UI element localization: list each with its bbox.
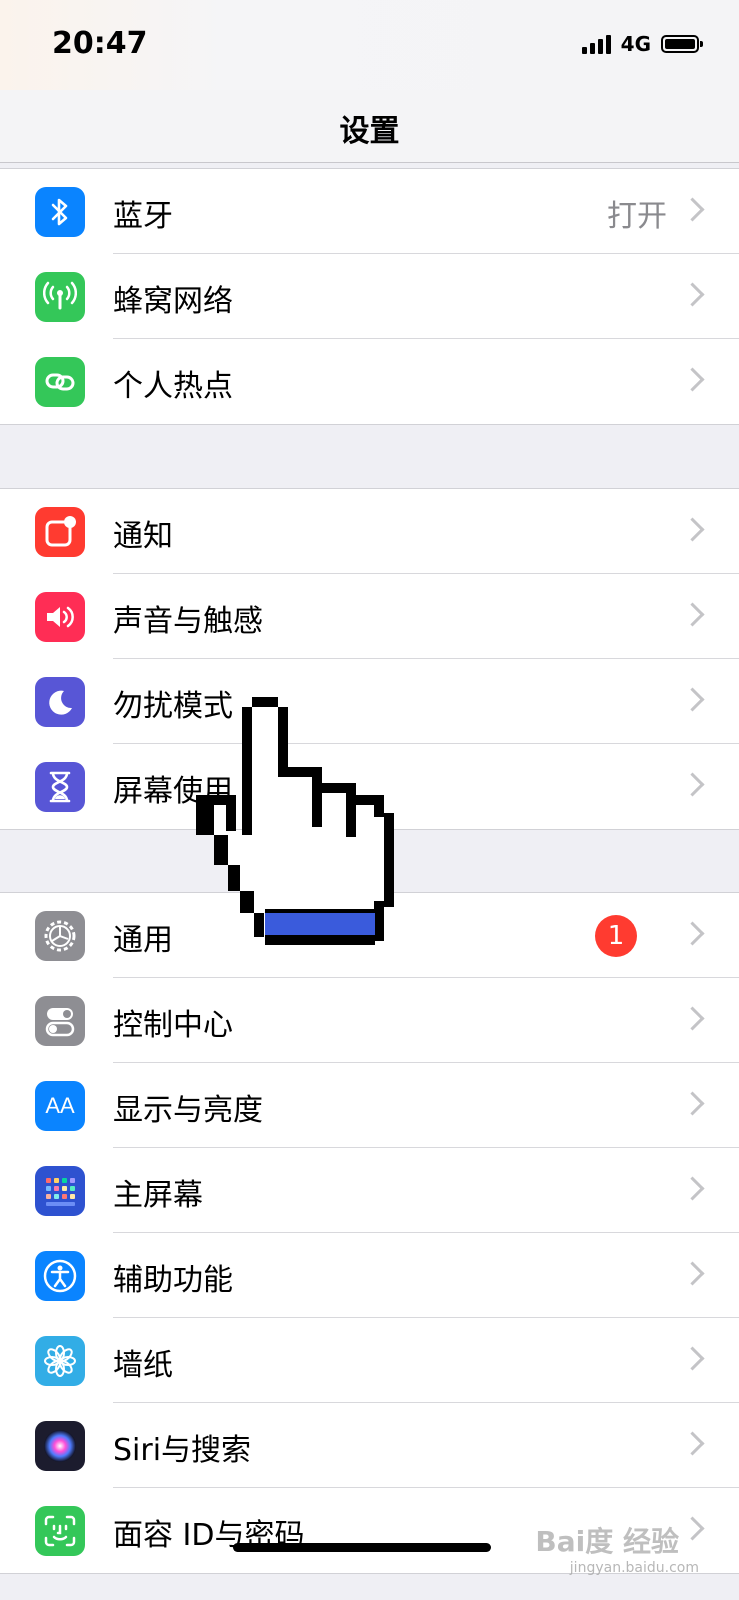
- moon-icon: [35, 677, 85, 727]
- settings-group-connectivity: 蓝牙 打开 蜂窝网络 个人热点: [0, 168, 739, 425]
- chevron-right-icon: [680, 282, 705, 307]
- link-chain-icon: [35, 357, 85, 407]
- settings-row-accessibility[interactable]: 辅助功能: [0, 1233, 739, 1318]
- chevron-right-icon: [680, 1516, 705, 1541]
- row-label: 墙纸: [113, 1348, 173, 1383]
- chevron-right-icon: [680, 1346, 705, 1371]
- row-label: 声音与触感: [113, 604, 263, 639]
- accessibility-icon: [35, 1251, 85, 1301]
- row-label: 主屏幕: [113, 1178, 203, 1213]
- watermark-url: jingyan.baidu.com: [569, 1560, 699, 1576]
- row-label: 通知: [113, 519, 173, 554]
- chevron-right-icon: [680, 367, 705, 392]
- row-label: 蓝牙: [113, 199, 173, 234]
- settings-row-wallpaper[interactable]: 墙纸: [0, 1318, 739, 1403]
- settings-row-sounds[interactable]: 声音与触感: [0, 574, 739, 659]
- chevron-right-icon: [680, 602, 705, 627]
- siri-icon: [35, 1421, 85, 1471]
- chevron-right-icon: [680, 772, 705, 797]
- row-label: 控制中心: [113, 1008, 233, 1043]
- status-bar: 20:47 4G: [0, 0, 739, 90]
- row-label: Siri与搜索: [113, 1433, 252, 1468]
- row-label: 显示与亮度: [113, 1093, 263, 1128]
- speaker-icon: [35, 592, 85, 642]
- status-time: 20:47: [52, 26, 148, 61]
- network-type: 4G: [620, 32, 651, 56]
- hand-pointer-icon: [196, 697, 394, 945]
- chevron-right-icon: [680, 517, 705, 542]
- row-label: 个人热点: [113, 369, 233, 404]
- watermark-logo: Bai度 经验: [535, 1525, 679, 1558]
- settings-row-notifications[interactable]: 通知: [0, 489, 739, 574]
- settings-row-siri[interactable]: Siri与搜索: [0, 1403, 739, 1488]
- status-indicators: 4G: [581, 30, 703, 58]
- row-label: 辅助功能: [113, 1263, 233, 1298]
- battery-icon: [661, 35, 703, 53]
- toggles-icon: [35, 996, 85, 1046]
- text-size-icon: AA: [35, 1081, 85, 1131]
- flower-icon: [35, 1336, 85, 1386]
- chevron-right-icon: [680, 1261, 705, 1286]
- chevron-right-icon: [680, 1176, 705, 1201]
- settings-row-home-screen[interactable]: 主屏幕: [0, 1148, 739, 1233]
- bluetooth-icon: [35, 187, 85, 237]
- settings-row-cellular[interactable]: 蜂窝网络: [0, 254, 739, 339]
- row-label: 蜂窝网络: [113, 284, 233, 319]
- settings-group-general: 通用 1 控制中心 AA 显示与亮度 主屏幕 辅助功能 墙纸 Siri与搜索 面…: [0, 892, 739, 1574]
- antenna-icon: [35, 272, 85, 322]
- page-title: 设置: [339, 114, 400, 149]
- settings-row-bluetooth[interactable]: 蓝牙 打开: [0, 169, 739, 254]
- settings-row-display[interactable]: AA 显示与亮度: [0, 1063, 739, 1148]
- notification-badge: 1: [595, 915, 637, 957]
- signal-icon: [581, 34, 611, 54]
- row-detail-value: 打开: [607, 199, 667, 234]
- row-label: 通用: [113, 923, 173, 958]
- navigation-bar: 设置: [0, 90, 739, 163]
- home-indicator[interactable]: [233, 1543, 491, 1552]
- gear-icon: [35, 911, 85, 961]
- chevron-right-icon: [680, 197, 705, 222]
- settings-row-control-center[interactable]: 控制中心: [0, 978, 739, 1063]
- chevron-right-icon: [680, 687, 705, 712]
- chevron-right-icon: [680, 1006, 705, 1031]
- settings-row-hotspot[interactable]: 个人热点: [0, 339, 739, 424]
- chevron-right-icon: [680, 921, 705, 946]
- face-id-icon: [35, 1506, 85, 1556]
- chevron-right-icon: [680, 1091, 705, 1116]
- notification-icon: [35, 507, 85, 557]
- chevron-right-icon: [680, 1431, 705, 1456]
- home-grid-icon: [35, 1166, 85, 1216]
- hourglass-icon: [35, 762, 85, 812]
